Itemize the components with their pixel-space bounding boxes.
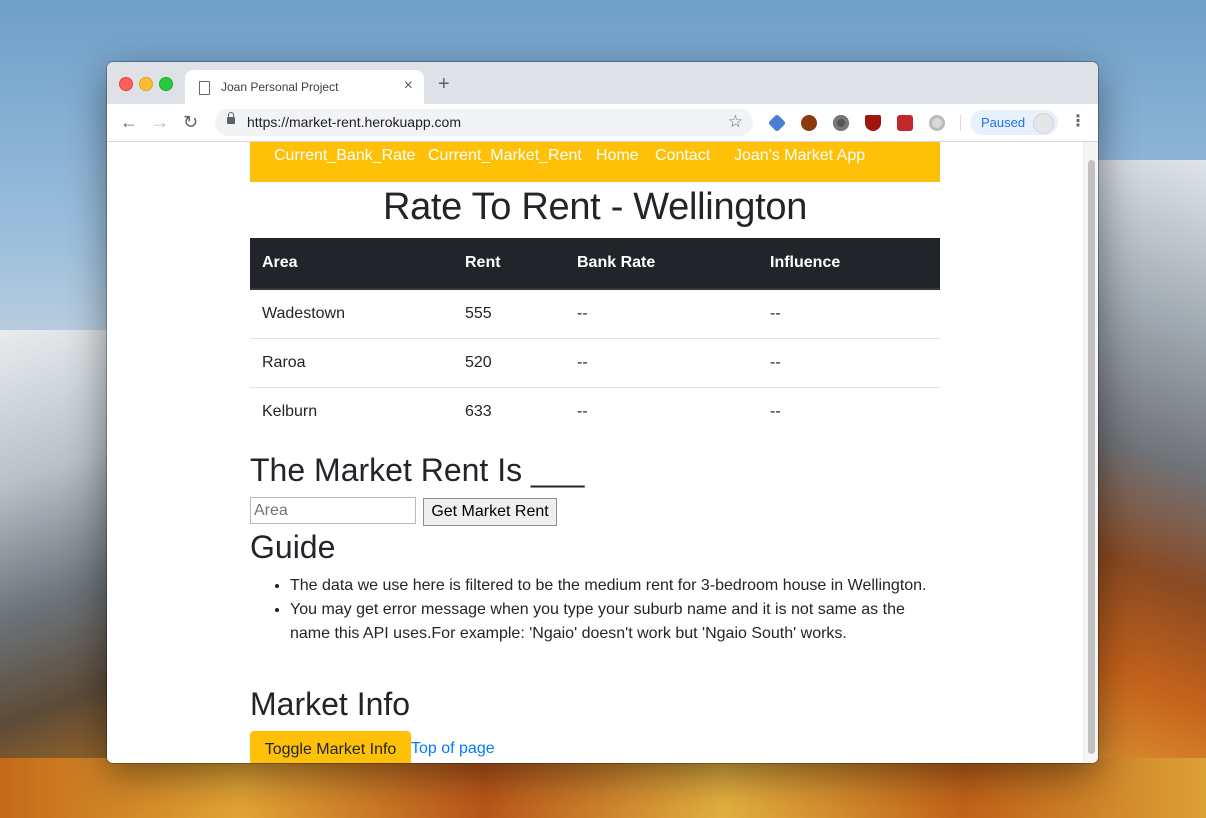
list-item: The data we use here is filtered to be t… <box>290 574 940 598</box>
get-market-rent-button[interactable]: Get Market Rent <box>423 498 557 526</box>
extension-icon[interactable] <box>833 115 849 131</box>
tab-title: Joan Personal Project <box>221 80 339 94</box>
table-row: Kelburn 633 -- -- <box>250 387 940 436</box>
profile-status: Paused <box>981 115 1026 130</box>
site-navbar: Current_Bank_Rate Current_Market_Rent Ho… <box>250 142 940 182</box>
reload-icon[interactable]: ↻ <box>183 112 198 132</box>
scrollbar-thumb[interactable] <box>1088 160 1095 754</box>
column-header-bank-rate: Bank Rate <box>565 238 758 290</box>
extension-icon[interactable] <box>897 115 913 131</box>
top-of-page-link[interactable]: Top of page <box>411 740 495 758</box>
minimize-window-button[interactable] <box>139 77 153 91</box>
extension-icon[interactable] <box>767 113 787 133</box>
extension-icon[interactable] <box>929 115 945 131</box>
toolbar-divider <box>960 115 961 131</box>
nav-link-current-bank-rate[interactable]: Current_Bank_Rate <box>274 147 415 165</box>
toggle-market-info-button[interactable]: Toggle Market Info <box>250 731 411 763</box>
column-header-area: Area <box>250 238 453 290</box>
desktop-wallpaper-foliage <box>0 758 1206 818</box>
zoom-window-button[interactable] <box>159 77 173 91</box>
cell-influence: -- <box>770 305 781 322</box>
cell-area: Wadestown <box>262 305 345 322</box>
rent-table: Area Rent Bank Rate Influence Wadestown … <box>250 238 940 436</box>
column-header-influence: Influence <box>758 238 940 290</box>
cell-influence: -- <box>758 387 940 436</box>
cell-rent: 555 <box>465 305 492 322</box>
lock-icon <box>227 112 235 124</box>
forward-icon[interactable]: → <box>151 112 169 132</box>
browser-tab[interactable]: Joan Personal Project × <box>185 70 424 104</box>
tab-close-icon[interactable]: × <box>404 77 413 95</box>
page-viewport: Current_Bank_Rate Current_Market_Rent Ho… <box>107 142 1098 763</box>
tab-strip: Joan Personal Project × + <box>107 62 1098 104</box>
cell-area: Kelburn <box>250 387 453 436</box>
cell-influence: -- <box>758 338 940 388</box>
area-input[interactable] <box>250 497 416 524</box>
nav-link-current-market-rent[interactable]: Current_Market_Rent <box>428 147 582 165</box>
nav-link-home[interactable]: Home <box>596 147 639 165</box>
browser-toolbar: ← → ↻ https://market-rent.herokuapp.com … <box>107 104 1098 142</box>
new-tab-button[interactable]: + <box>438 74 450 94</box>
cell-bank-rate: -- <box>565 338 758 388</box>
document-icon <box>199 81 210 95</box>
list-item: You may get error message when you type … <box>290 598 940 646</box>
address-bar[interactable]: https://market-rent.herokuapp.com ☆ <box>215 109 753 136</box>
cell-bank-rate: -- <box>565 387 758 436</box>
desktop-wallpaper-right <box>1096 160 1206 818</box>
page-container: Current_Bank_Rate Current_Market_Rent Ho… <box>250 142 940 763</box>
navbar-brand: Joan's Market App <box>734 147 866 164</box>
cell-rent: 520 <box>453 338 565 388</box>
table-header-row: Area Rent Bank Rate Influence <box>250 238 940 290</box>
column-header-rent: Rent <box>453 238 565 290</box>
bookmark-star-icon[interactable]: ☆ <box>728 112 743 132</box>
table-row: Raroa 520 -- -- <box>250 338 940 388</box>
guide-list: The data we use here is filtered to be t… <box>250 574 940 646</box>
close-window-button[interactable] <box>119 77 133 91</box>
table-row: Wadestown 555 -- -- <box>250 289 940 339</box>
nav-link-contact[interactable]: Contact <box>655 147 710 165</box>
extension-icon[interactable] <box>865 115 881 131</box>
market-info-heading: Market Info <box>250 686 411 722</box>
desktop-wallpaper-left <box>0 330 110 818</box>
cell-rent: 633 <box>453 387 565 436</box>
profile-button[interactable]: Paused <box>970 110 1058 135</box>
market-rent-heading: The Market Rent Is ___ <box>250 452 585 488</box>
extension-icon[interactable] <box>801 115 817 131</box>
cell-bank-rate: -- <box>577 305 588 322</box>
back-icon[interactable]: ← <box>120 112 138 132</box>
cell-area: Raroa <box>250 338 453 388</box>
url-text[interactable]: https://market-rent.herokuapp.com <box>247 114 461 130</box>
page-title: Rate To Rent - Wellington <box>382 186 808 228</box>
menu-icon[interactable]: ⋮ <box>1070 112 1086 132</box>
guide-heading: Guide <box>250 529 336 565</box>
browser-window: Joan Personal Project × + ← → ↻ https://… <box>107 62 1098 763</box>
scrollbar[interactable] <box>1083 142 1098 763</box>
avatar-icon <box>1033 113 1054 134</box>
